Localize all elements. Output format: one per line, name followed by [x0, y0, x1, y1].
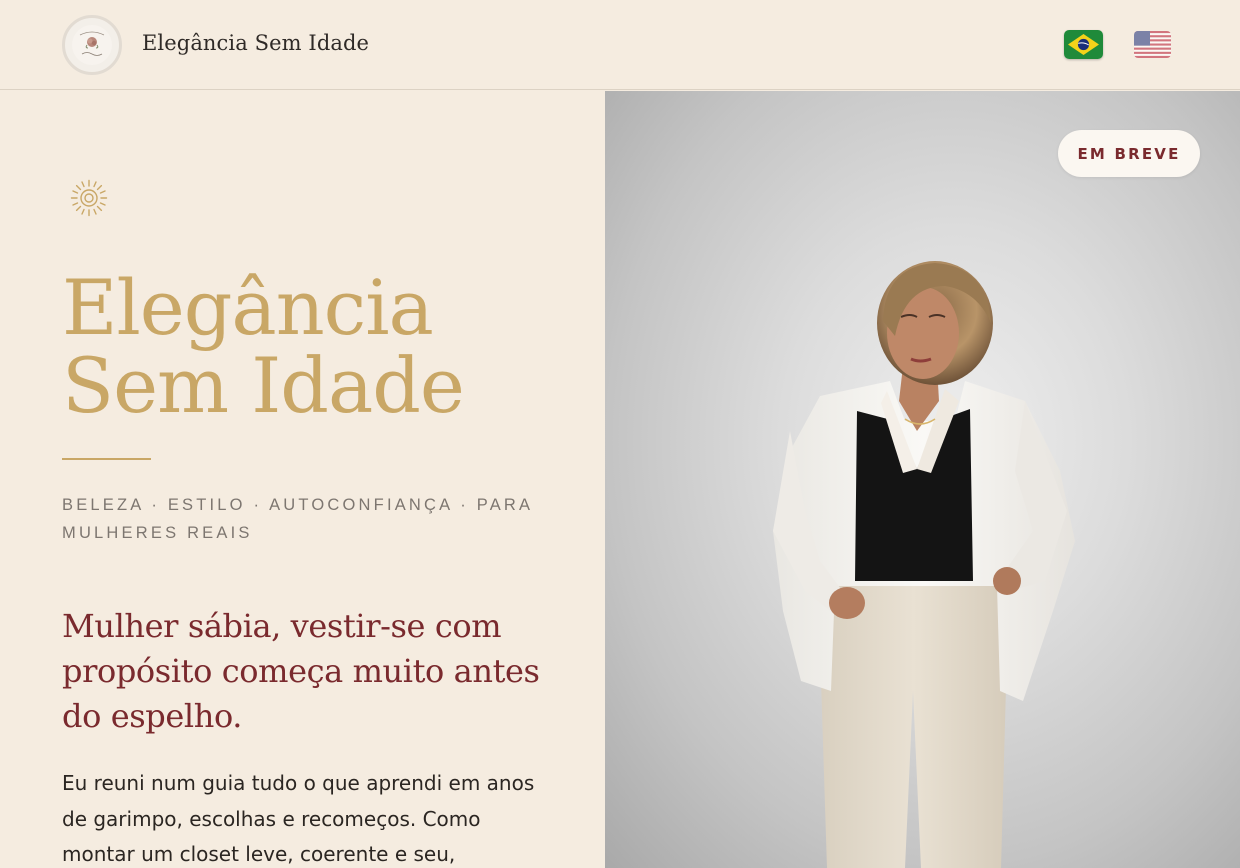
- language-en-us-button[interactable]: [1134, 31, 1171, 58]
- title-divider: [62, 458, 151, 460]
- brand-logo[interactable]: [62, 15, 122, 75]
- sun-icon: [70, 179, 108, 217]
- hero-body-text: Eu reuni num guia tudo o que aprendi em …: [62, 771, 535, 866]
- coming-soon-badge[interactable]: EM BREVE: [1058, 130, 1200, 177]
- usa-flag-icon: [1134, 31, 1171, 58]
- tagline: Beleza · Estilo · Autoconfiança · Para M…: [62, 496, 533, 542]
- hero-text-panel: Elegância Sem Idade Beleza · Estilo · Au…: [0, 91, 605, 868]
- hero-photo: [605, 91, 1240, 868]
- language-pt-br-button[interactable]: [1064, 30, 1103, 59]
- site-header: Elegância Sem Idade: [0, 0, 1240, 90]
- hero-title: Elegância Sem Idade: [62, 269, 582, 425]
- woman-portrait-image: [773, 261, 1075, 868]
- hero-title-line2: Sem Idade: [62, 341, 465, 430]
- hero-title-line1: Elegância: [62, 263, 434, 352]
- site-title[interactable]: Elegância Sem Idade: [142, 31, 369, 55]
- brand-logo-rose-icon: [72, 25, 112, 65]
- brazil-flag-icon: [1064, 30, 1103, 59]
- hero-quote: Mulher sábia, vestir-se com propósito co…: [62, 607, 540, 735]
